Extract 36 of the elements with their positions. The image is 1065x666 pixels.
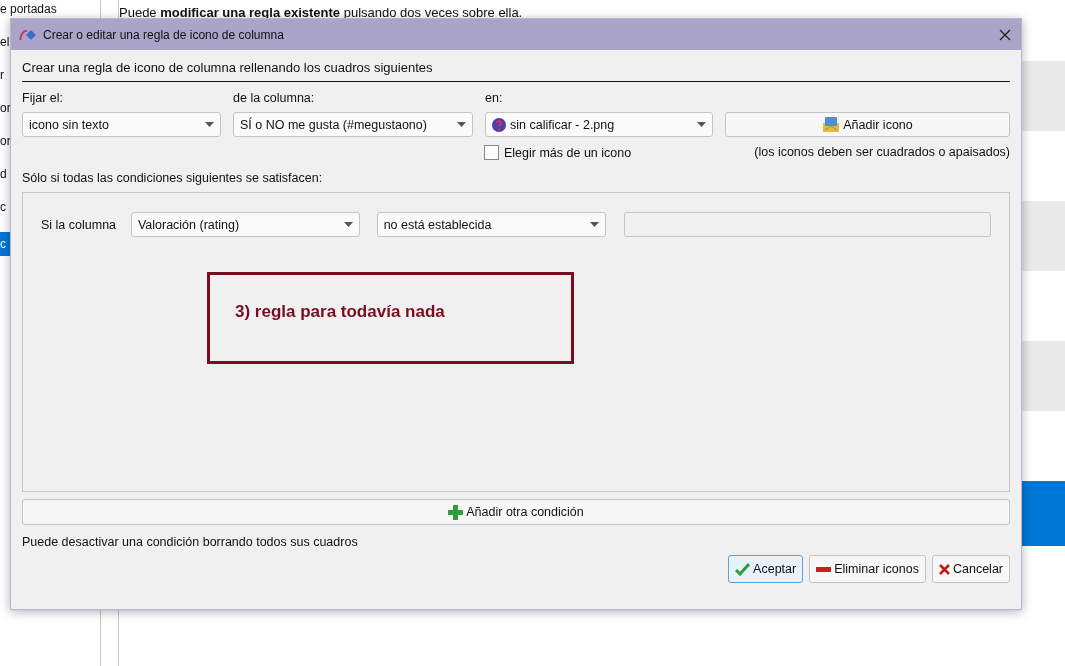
caret-icon	[457, 122, 466, 127]
sidebar-item[interactable]: e portadas	[0, 1, 100, 18]
add-condition-button[interactable]: Añadir otra condición	[22, 499, 1010, 525]
window-title: Crear o editar una regla de icono de columna	[43, 27, 285, 42]
plus-icon	[448, 504, 464, 520]
app-icon	[19, 27, 37, 42]
field-label: Fijar el:	[22, 91, 64, 107]
dropdown[interactable]: no está establecida	[376, 212, 607, 237]
conditions-label: Sólo si todas las condiciones siguientes se satisfacen:	[22, 171, 324, 185]
dialog-button[interactable]: Eliminar iconos	[809, 555, 926, 583]
caret-icon	[205, 122, 214, 127]
dropdown[interactable]: Valoración (rating)	[130, 212, 360, 237]
caret-icon	[590, 222, 600, 227]
caret-icon	[697, 122, 706, 127]
dropdown[interactable]: icono sin texto	[22, 112, 221, 137]
dialog-button[interactable]: Cancelar	[931, 555, 1010, 583]
dropdown[interactable]: sin calificar - 2.png	[485, 112, 713, 137]
close-icon[interactable]	[999, 28, 1011, 41]
minus-icon	[816, 566, 832, 572]
dropdown[interactable]: SÍ o NO me gusta (#megustaono)	[233, 112, 473, 137]
value-field[interactable]	[624, 212, 991, 237]
multiple-icons-checkbox[interactable]: Elegir más de un icono	[484, 145, 632, 160]
add-icon-button[interactable]: Añadir icono	[725, 112, 1010, 137]
caret-icon	[343, 222, 353, 227]
check-icon	[735, 562, 751, 576]
annotation-box: 3) regla para todavía nada	[207, 272, 574, 364]
question-icon	[492, 117, 506, 132]
image-icon	[822, 116, 841, 133]
dialog-heading: Crear una regla de icono de columna rellenando los cuadros siguientes	[22, 60, 1010, 82]
icon-note: (los iconos deben ser cuadrados o apaisados)	[754, 145, 1010, 160]
field-label: de la columna:	[233, 91, 316, 107]
dialog-button[interactable]: Aceptar	[728, 555, 804, 583]
cross-icon	[938, 563, 950, 575]
condition-label: Si la columna	[41, 217, 118, 232]
field-label: en:	[485, 91, 504, 107]
footer-note: Puede desactivar una condición borrando todos sus cuadros	[22, 535, 359, 549]
